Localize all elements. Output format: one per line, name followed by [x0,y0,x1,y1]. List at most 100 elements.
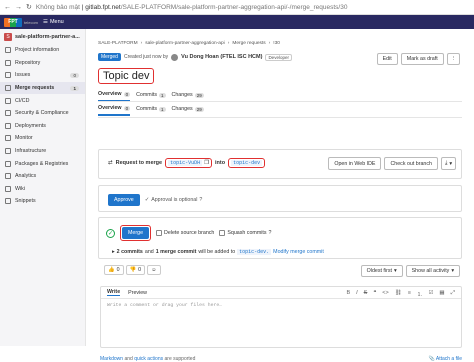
sidebar-item-infrastructure[interactable]: Infrastructure [0,145,85,158]
tab-preview[interactable]: Preview [128,290,147,296]
breadcrumb-section[interactable]: Merge requests [232,41,265,46]
url-field[interactable]: Không bảo mật | gitlab.fpt.net/SALE-PLAT… [36,4,348,11]
code-icon[interactable]: <> [382,290,388,298]
link-icon[interactable]: ⛓ [395,290,402,298]
tab-write[interactable]: Write [107,289,121,296]
url-host: gitlab.fpt.net [85,3,121,11]
open-web-ide-button[interactable]: Open in Web IDE [328,157,382,170]
tab-label: Overview [98,105,122,111]
author-name[interactable]: Vu Dong Hoan (FTEL ISC HCM) [181,54,262,60]
approve-button[interactable]: Approve [108,194,140,206]
strikethrough-icon[interactable]: S [364,290,368,298]
add-reaction-button[interactable]: ☺ [147,265,161,275]
tab-changes[interactable]: Changes 29 [172,92,204,101]
tab-commits-sticky[interactable]: Commits 1 [136,106,166,115]
delete-source-branch-checkbox[interactable]: Delete source branch [156,230,214,236]
more-actions-button[interactable]: ⋮ [446,53,460,65]
thumbs-down-button[interactable]: 👎 0 [125,265,146,275]
table-icon[interactable]: ▦ [439,290,444,298]
merge-button[interactable]: Merge [122,227,150,239]
quote-icon[interactable]: ❝ [373,290,376,298]
sidebar-item-merge-requests[interactable]: Merge requests 1 [0,81,85,95]
security-indicator[interactable]: Không bảo mật [36,4,80,11]
checklist-icon[interactable]: ☑ [428,290,433,298]
sidebar-item-security[interactable]: Security & Compliance [0,107,85,120]
menu-button[interactable]: ☰ Menu [43,19,64,25]
info-icon [5,47,11,54]
sidebar-item-repository[interactable]: Repository [0,57,85,70]
markdown-link[interactable]: Markdown [100,356,123,362]
merge-request-icon: ⇄ [108,160,113,166]
more-vertical-icon: ⋮ [450,56,456,62]
bullet-list-icon[interactable]: ≡ [408,290,411,298]
sidebar-item-wiki[interactable]: Wiki [0,183,85,196]
and-text: and [124,356,133,362]
logo-subtext: telecom [24,19,39,25]
merge-commit-count: 1 merge commit [155,249,197,255]
breadcrumb-project[interactable]: sale-platform-partner-aggregation-api [145,41,224,46]
bold-icon[interactable]: B [346,290,350,298]
squash-commits-checkbox[interactable]: Squash commits? [219,230,271,236]
sort-order-dropdown[interactable]: Oldest first ▾ [360,265,403,277]
repository-icon [5,59,11,66]
tab-count: 29 [194,92,204,98]
sidebar-item-cicd[interactable]: CI/CD [0,94,85,107]
reload-icon[interactable]: ↻ [26,3,32,11]
breadcrumb-group[interactable]: SALE-PLATFORM [98,41,138,46]
sidebar-item-snippets[interactable]: Snippets [0,195,85,208]
brand-logo[interactable]: FPT telecom [4,17,39,27]
fullscreen-icon[interactable]: ⤢ [451,290,455,298]
source-branch[interactable]: topic-VuDH [168,160,203,166]
sidebar-item-monitor[interactable]: Monitor [0,132,85,145]
sidebar-item-analytics[interactable]: Analytics [0,170,85,183]
forward-icon[interactable]: → [15,4,22,11]
check-out-branch-button[interactable]: Check out branch [384,157,438,170]
comment-textarea[interactable]: Write a comment or drag your files here… [101,299,461,312]
download-button[interactable]: ⤓ ▾ [440,157,456,170]
package-icon [5,160,11,167]
header-actions: Edit Mark as draft ⋮ [376,53,460,65]
thumbs-down-count: 0 [138,267,142,273]
url-path: /SALE-PLATFORM/sale-platform-partner-agg… [120,3,348,11]
sidebar-item-deployments[interactable]: Deployments [0,120,85,133]
numbered-list-icon[interactable]: ⒈ [417,290,423,298]
back-icon[interactable]: ← [4,4,11,11]
mark-draft-button[interactable]: Mark as draft [400,53,444,65]
attach-file-button[interactable]: 📎 Attach a file [429,356,463,362]
chevron-down-icon: ▾ [393,268,397,274]
sidebar-project[interactable]: S sale-platform-partner-a... [0,29,85,44]
sidebar-item-label: Monitor [15,135,33,142]
italic-icon[interactable]: I [356,290,358,298]
issues-icon [5,72,11,79]
request-actions: Open in Web IDE Check out branch ⤓ ▾ [328,157,456,170]
sidebar-item-issues[interactable]: Issues 0 [0,69,85,82]
sidebar-item-project-information[interactable]: Project information [0,44,85,57]
modify-merge-commit-link[interactable]: Modify merge commit [273,249,324,255]
help-icon[interactable]: ? [269,230,272,236]
quick-actions-link[interactable]: quick actions [134,356,163,362]
tab-label: Commits [136,92,157,98]
tab-overview-sticky[interactable]: Overview 0 [98,105,131,116]
tab-changes-sticky[interactable]: Changes 29 [172,106,204,115]
breadcrumb-id[interactable]: !30 [273,41,280,46]
avatar[interactable] [171,53,179,61]
thumbs-up-button[interactable]: 👍 0 [104,265,124,275]
top-navbar: FPT telecom ☰ Menu [0,15,474,29]
supported-text: are supported [164,356,196,362]
expand-icon[interactable]: ▸ [112,249,115,255]
branch-highlight: topic-VuDH ❐ [165,158,213,168]
added-text: will be added to [198,249,236,255]
tab-commits[interactable]: Commits 1 [136,92,166,101]
logo-mark: FPT [4,17,22,27]
approval-row: Approve ✓ Approval is optional ? [108,194,202,206]
copy-icon[interactable]: ❐ [204,160,209,166]
chart-icon [5,173,11,180]
project-avatar: S [4,32,12,41]
edit-button[interactable]: Edit [376,53,398,65]
activity-filter-dropdown[interactable]: Show all activity ▾ [405,265,460,277]
sidebar-item-label: CI/CD [15,97,30,104]
help-icon[interactable]: ? [199,197,202,203]
sidebar-item-packages[interactable]: Packages & Registries [0,157,85,170]
created-text: Created just now by [123,54,169,60]
target-branch[interactable]: topic-dev [231,160,263,166]
